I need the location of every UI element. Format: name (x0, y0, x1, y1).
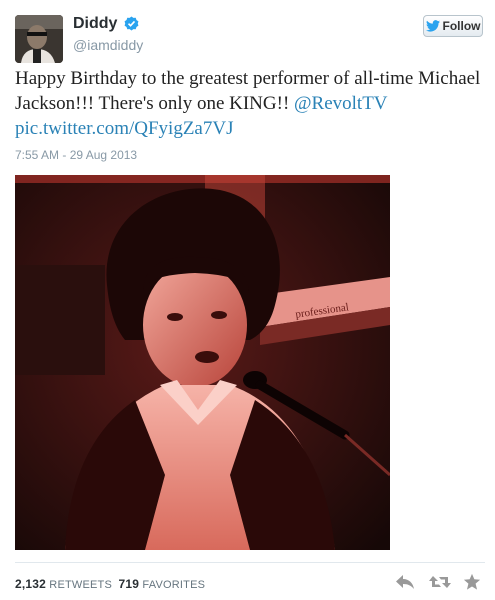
tweet-body: Happy Birthday to the greatest performer… (15, 68, 481, 114)
retweet-label: RETWEETS (49, 579, 113, 591)
follow-button[interactable]: Follow (423, 15, 483, 37)
tweet-photo[interactable]: professional (15, 175, 390, 550)
favorite-icon[interactable] (463, 573, 483, 591)
follow-button-label: Follow (442, 19, 481, 33)
display-name[interactable]: Diddy (73, 15, 117, 33)
tweet-photo-image: professional (15, 175, 390, 550)
tweet-text: Happy Birthday to the greatest performer… (15, 66, 485, 141)
twitter-bird-icon (425, 20, 440, 32)
user-avatar[interactable] (15, 15, 63, 63)
favorite-label: FAVORITES (142, 579, 206, 591)
tweet-stats: 2,132 RETWEETS 719 FAVORITES (15, 577, 205, 591)
favorite-count[interactable]: 719 (119, 577, 140, 591)
retweet-count[interactable]: 2,132 (15, 577, 46, 591)
verified-badge-icon (124, 16, 139, 31)
user-handle[interactable]: @iamdiddy (73, 37, 143, 53)
reply-icon[interactable] (395, 573, 415, 591)
tweet-actions (395, 573, 483, 591)
tweet-timestamp[interactable]: 7:55 AM - 29 Aug 2013 (15, 148, 137, 162)
mention-link[interactable]: @RevoltTV (294, 93, 388, 114)
avatar-photo (15, 15, 63, 63)
tweet-card: Diddy @iamdiddy Follow Happy Birthday to… (0, 0, 495, 600)
stats-divider (15, 562, 485, 563)
pic-link[interactable]: pic.twitter.com/QFyigZa7VJ (15, 118, 233, 139)
retweet-icon[interactable] (429, 573, 451, 591)
